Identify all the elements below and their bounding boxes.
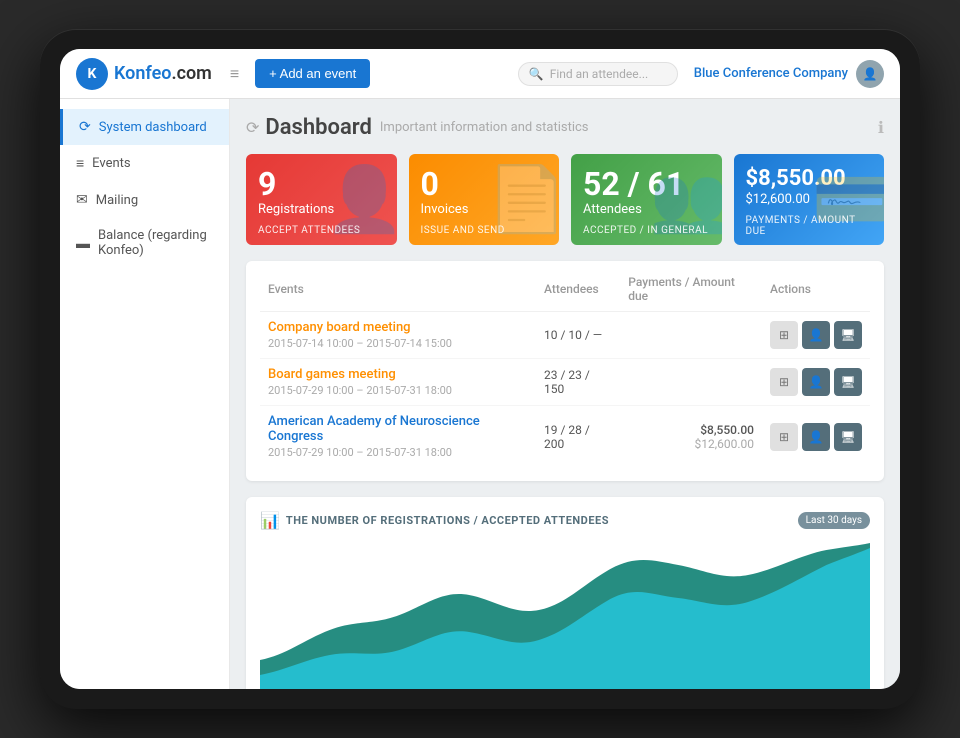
logo-area: K Konfeo.com ≡ [76, 58, 239, 90]
chart-svg [260, 540, 870, 689]
table-row: American Academy of Neuroscience Congres… [260, 406, 870, 468]
col-attendees: Attendees [536, 275, 620, 312]
event-cell: Board games meeting 2015-07-29 10:00 – 20… [260, 359, 536, 406]
sidebar-item-label: Balance (regarding Konfeo) [98, 228, 213, 258]
dashboard-icon: ⟳ [79, 119, 91, 135]
user-action-button[interactable]: 👤 [802, 321, 830, 349]
attendees-cell: 23 / 23 / 150 [536, 359, 620, 406]
payments-cell [620, 312, 762, 359]
logo-text: Konfeo.com [114, 63, 212, 84]
attendees-bottom: ACCEPTED / IN GENERAL [583, 225, 710, 236]
user-area: Blue Conference Company 👤 [694, 60, 884, 88]
user-name: Blue Conference Company [694, 66, 848, 81]
stat-card-attendees[interactable]: 👥 52 / 61 Attendees ACCEPTED / IN GENERA… [571, 154, 722, 245]
chart-card: 📊 THE NUMBER OF REGISTRATIONS / ACCEPTED… [246, 497, 884, 689]
payments-cell [620, 359, 762, 406]
sidebar-item-balance[interactable]: ▬ Balance (regarding Konfeo) [60, 218, 229, 268]
user-action-button[interactable]: 👤 [802, 368, 830, 396]
screen-action-button[interactable]: 🖥 [834, 368, 862, 396]
content-area: ⟳ Dashboard Important information and st… [230, 99, 900, 689]
info-icon[interactable]: ℹ [878, 118, 884, 137]
event-name-link[interactable]: Board games meeting [268, 367, 528, 382]
chart-title: THE NUMBER OF REGISTRATIONS / ACCEPTED A… [286, 514, 609, 527]
screen-action-button[interactable]: 🖥 [834, 423, 862, 451]
sidebar-item-events[interactable]: ≡ Events [60, 145, 229, 182]
sidebar-item-mailing[interactable]: ✉ Mailing [60, 182, 229, 218]
registrations-bottom: ACCEPT ATTENDEES [258, 225, 385, 236]
events-table: Events Attendees Payments / Amount due A… [260, 275, 870, 467]
events-table-card: Events Attendees Payments / Amount due A… [246, 261, 884, 481]
grid-action-button[interactable]: ⊞ [770, 423, 798, 451]
attendees-cell: 10 / 10 / — [536, 312, 620, 359]
topbar: K Konfeo.com ≡ + Add an event 🔍 Find an … [60, 49, 900, 99]
chart-badge[interactable]: Last 30 days [798, 512, 870, 529]
payments-cell: $8,550.00$12,600.00 [620, 406, 762, 468]
payments-bottom: PAYMENTS / AMOUNT DUE [746, 215, 873, 237]
hamburger-icon[interactable]: ≡ [230, 64, 239, 84]
grid-action-button[interactable]: ⊞ [770, 321, 798, 349]
event-date: 2015-07-29 10:00 – 2015-07-31 18:00 [268, 446, 528, 459]
event-date: 2015-07-29 10:00 – 2015-07-31 18:00 [268, 384, 528, 397]
chart-icon: 📊 [260, 511, 280, 530]
screen-action-button[interactable]: 🖥 [834, 321, 862, 349]
event-cell: Company board meeting 2015-07-14 10:00 – … [260, 312, 536, 359]
event-name-link[interactable]: Company board meeting [268, 320, 528, 335]
invoices-bottom: ISSUE AND SEND [421, 225, 548, 236]
user-action-button[interactable]: 👤 [802, 423, 830, 451]
table-row: Company board meeting 2015-07-14 10:00 – … [260, 312, 870, 359]
col-events: Events [260, 275, 536, 312]
main-area: ⟳ System dashboard ≡ Events ✉ Mailing ▬ … [60, 99, 900, 689]
actions-cell: ⊞ 👤 🖥 [762, 359, 870, 406]
page-title: Dashboard [265, 115, 371, 140]
grid-action-button[interactable]: ⊞ [770, 368, 798, 396]
avatar[interactable]: 👤 [856, 60, 884, 88]
balance-icon: ▬ [76, 235, 90, 252]
col-actions: Actions [762, 275, 870, 312]
actions-cell: ⊞ 👤 🖥 [762, 406, 870, 468]
page-header: ⟳ Dashboard Important information and st… [246, 115, 884, 140]
search-icon: 🔍 [529, 67, 544, 81]
event-cell: American Academy of Neuroscience Congres… [260, 406, 536, 468]
chart-area [260, 540, 870, 689]
logo-avatar: K [76, 58, 108, 90]
event-date: 2015-07-14 10:00 – 2015-07-14 15:00 [268, 337, 528, 350]
mailing-icon: ✉ [76, 192, 88, 208]
dashboard-refresh-icon: ⟳ [246, 118, 259, 137]
sidebar-item-dashboard[interactable]: ⟳ System dashboard [60, 109, 229, 145]
page-subtitle: Important information and statistics [380, 120, 589, 135]
event-name-link[interactable]: American Academy of Neuroscience Congres… [268, 414, 528, 444]
attendees-cell: 19 / 28 / 200 [536, 406, 620, 468]
table-row: Board games meeting 2015-07-29 10:00 – 20… [260, 359, 870, 406]
events-icon: ≡ [76, 155, 84, 172]
stat-card-invoices[interactable]: 📄 0 Invoices ISSUE AND SEND [409, 154, 560, 245]
stat-card-registrations[interactable]: 👤 9 Registrations ACCEPT ATTENDEES [246, 154, 397, 245]
sidebar-item-label: System dashboard [99, 120, 207, 135]
stat-cards: 👤 9 Registrations ACCEPT ATTENDEES 📄 0 I… [246, 154, 884, 245]
sidebar-item-label: Events [92, 156, 130, 171]
actions-cell: ⊞ 👤 🖥 [762, 312, 870, 359]
sidebar: ⟳ System dashboard ≡ Events ✉ Mailing ▬ … [60, 99, 230, 689]
chart-header: 📊 THE NUMBER OF REGISTRATIONS / ACCEPTED… [260, 511, 870, 530]
search-box[interactable]: 🔍 Find an attendee... [518, 62, 678, 86]
add-event-button[interactable]: + Add an event [255, 59, 370, 88]
sidebar-item-label: Mailing [96, 193, 138, 208]
stat-card-payments[interactable]: 💳 $8,550.00 $12,600.00 PAYMENTS / AMOUNT… [734, 154, 885, 245]
col-payments: Payments / Amount due [620, 275, 762, 312]
search-placeholder: Find an attendee... [550, 67, 648, 81]
